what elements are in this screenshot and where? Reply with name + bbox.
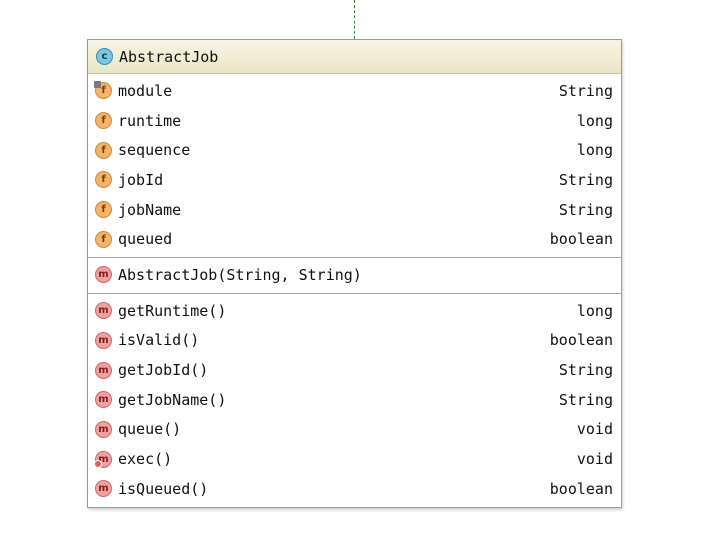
constructors-section: m AbstractJob(String, String): [88, 258, 621, 294]
fields-section: f module String f runtime long f sequenc…: [88, 74, 621, 259]
field-name: jobName: [118, 200, 182, 219]
method-return-type: String: [558, 390, 613, 409]
abstract-method-icon: m: [94, 450, 112, 468]
field-type: String: [558, 81, 613, 100]
field-type: long: [576, 111, 613, 130]
field-icon: f: [95, 230, 112, 248]
method-name: queue(): [118, 420, 182, 439]
method-icon: m: [95, 331, 112, 349]
methods-section: m getRuntime() long m isValid() boolean …: [88, 294, 621, 507]
method-icon: m: [95, 480, 112, 498]
field-name: jobId: [118, 170, 164, 189]
field-row[interactable]: f jobName String: [88, 195, 621, 225]
method-row[interactable]: m getRuntime() long: [88, 296, 621, 326]
method-icon: m: [95, 266, 112, 284]
method-name: getRuntime(): [118, 301, 227, 320]
class-header[interactable]: c AbstractJob: [88, 40, 621, 74]
inheritance-connector: [354, 0, 355, 39]
method-return-type: boolean: [549, 331, 613, 350]
method-row[interactable]: m queue() void: [88, 415, 621, 445]
field-icon: f: [95, 141, 112, 159]
field-row[interactable]: f jobId String: [88, 165, 621, 195]
method-return-type: long: [576, 301, 613, 320]
class-icon: c: [96, 48, 113, 65]
method-icon: m: [95, 391, 112, 409]
method-icon: m: [95, 302, 112, 320]
method-return-type: void: [576, 450, 613, 469]
method-row[interactable]: m getJobId() String: [88, 355, 621, 385]
field-type: long: [576, 141, 613, 160]
uml-class-box[interactable]: c AbstractJob f module String f runtime …: [87, 39, 622, 508]
method-name: exec(): [118, 450, 173, 469]
method-return-type: void: [576, 420, 613, 439]
field-icon: f: [95, 171, 112, 189]
method-row[interactable]: m isQueued() boolean: [88, 474, 621, 504]
method-icon: m: [95, 420, 112, 438]
method-name: getJobName(): [118, 390, 227, 409]
method-return-type: String: [558, 361, 613, 380]
method-icon: m: [95, 361, 112, 379]
method-return-type: boolean: [549, 479, 613, 498]
field-type: String: [558, 170, 613, 189]
field-type: String: [558, 200, 613, 219]
field-row[interactable]: f module String: [88, 76, 621, 106]
field-name: module: [118, 81, 173, 100]
field-row[interactable]: f runtime long: [88, 106, 621, 136]
field-type: boolean: [549, 230, 613, 249]
method-row[interactable]: m getJobName() String: [88, 385, 621, 415]
field-name: queued: [118, 230, 173, 249]
method-row[interactable]: m exec() void: [88, 444, 621, 474]
field-icon: f: [95, 201, 112, 219]
method-row[interactable]: m isValid() boolean: [88, 326, 621, 356]
field-name: sequence: [118, 141, 191, 160]
method-name: getJobId(): [118, 361, 209, 380]
constructor-name: AbstractJob(String, String): [118, 265, 362, 284]
class-name: AbstractJob: [119, 47, 219, 66]
field-icon: f: [94, 81, 112, 100]
field-row[interactable]: f sequence long: [88, 135, 621, 165]
method-name: isQueued(): [118, 479, 209, 498]
field-icon: f: [95, 112, 112, 130]
field-row[interactable]: f queued boolean: [88, 224, 621, 254]
constructor-row[interactable]: m AbstractJob(String, String): [88, 260, 621, 290]
field-name: runtime: [118, 111, 182, 130]
method-name: isValid(): [118, 331, 200, 350]
